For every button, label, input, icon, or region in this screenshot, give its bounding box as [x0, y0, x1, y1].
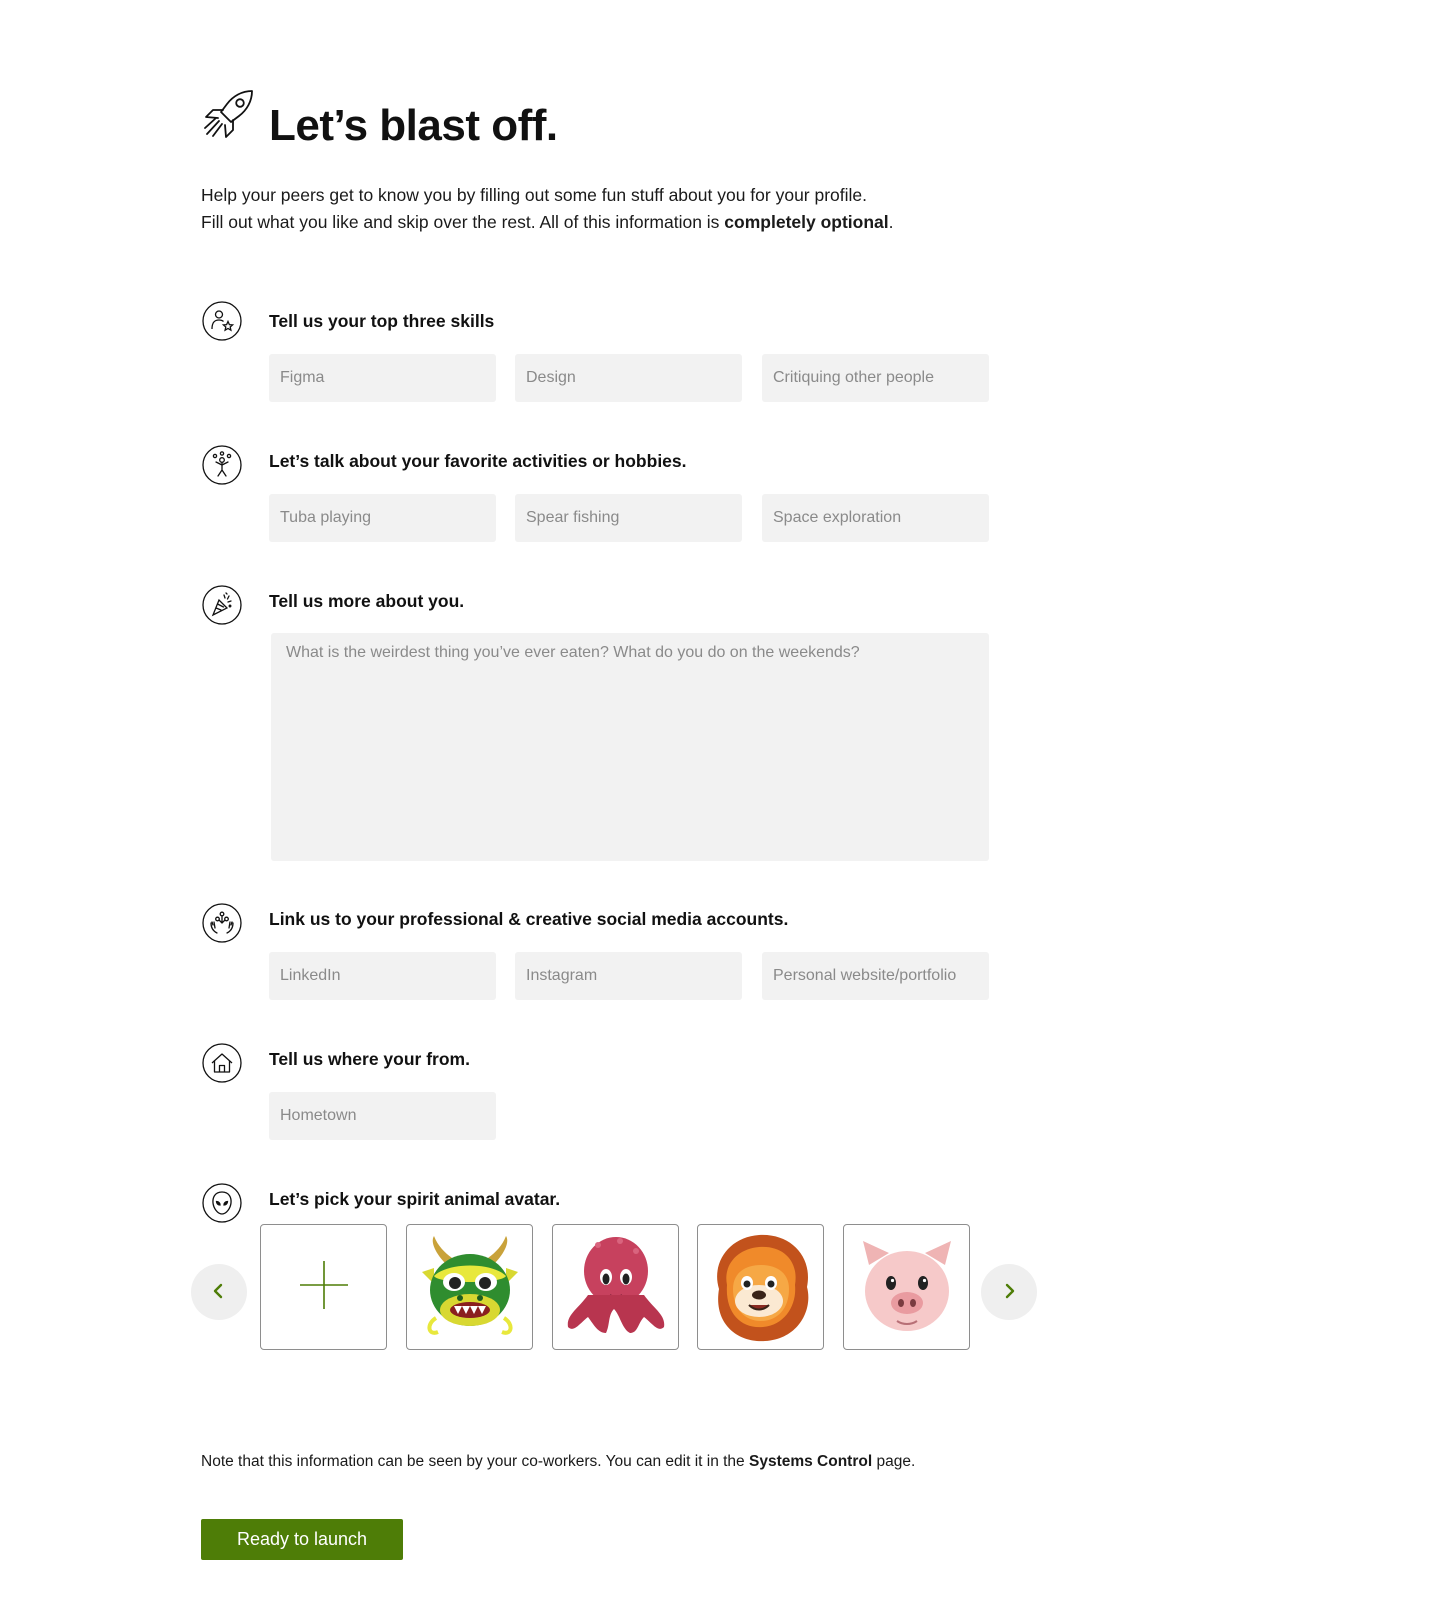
privacy-note: Note that this information can be seen b…: [201, 1453, 916, 1470]
person-star-icon: [202, 301, 242, 341]
alien-face-icon: [202, 1183, 242, 1223]
skills-heading: Tell us your top three skills: [269, 311, 495, 331]
hometown-heading: Tell us where your from.: [269, 1049, 470, 1069]
optional-emphasis: completely optional: [724, 212, 889, 232]
avatar-option-lion[interactable]: [697, 1224, 824, 1350]
chevron-left-icon: [210, 1282, 228, 1303]
page-title: Let’s blast off.: [269, 101, 558, 150]
add-avatar-button[interactable]: [260, 1224, 387, 1350]
hobby-input-3[interactable]: [762, 494, 989, 542]
octopus-avatar-image: [567, 1237, 664, 1333]
skill-input-2[interactable]: [515, 354, 742, 402]
hometown-input[interactable]: [269, 1092, 496, 1140]
avatar-option-dragon[interactable]: [406, 1224, 533, 1350]
party-popper-icon: [202, 585, 242, 625]
house-icon: [202, 1043, 242, 1083]
about-textarea[interactable]: [271, 633, 989, 861]
ready-to-launch-button[interactable]: Ready to launch: [201, 1519, 403, 1560]
dragon-avatar-image: [421, 1236, 518, 1335]
rocket-icon: [201, 88, 255, 142]
instagram-input[interactable]: [515, 952, 742, 1000]
systems-control-link: Systems Control: [748, 1453, 873, 1470]
avatar-option-octopus[interactable]: [552, 1224, 679, 1350]
skill-input-3[interactable]: [762, 354, 989, 402]
hobbies-heading: Let’s talk about your favorite activitie…: [269, 451, 687, 471]
avatar-option-pig[interactable]: [843, 1224, 970, 1350]
plus-icon: [299, 1260, 348, 1314]
website-input[interactable]: [762, 952, 989, 1000]
chevron-right-icon: [1000, 1282, 1018, 1303]
social-heading: Link us to your professional & creative …: [269, 909, 789, 929]
hobby-input-2[interactable]: [515, 494, 742, 542]
hands-network-icon: [202, 903, 242, 943]
about-heading: Tell us more about you.: [269, 591, 465, 611]
avatar-next-button[interactable]: [981, 1264, 1037, 1320]
intro-text: Help your peers get to know you by filli…: [201, 182, 894, 236]
skill-input-1[interactable]: [269, 354, 496, 402]
avatar-heading: Let’s pick your spirit animal avatar.: [269, 1189, 561, 1209]
intro-line-1: Help your peers get to know you by filli…: [201, 185, 868, 205]
hobby-input-1[interactable]: [269, 494, 496, 542]
intro-line-2: Fill out what you like and skip over the…: [201, 212, 894, 232]
linkedin-input[interactable]: [269, 952, 496, 1000]
avatar-prev-button[interactable]: [191, 1264, 247, 1320]
pig-avatar-image: [862, 1241, 951, 1331]
juggler-icon: [202, 445, 242, 485]
lion-avatar-image: [716, 1234, 808, 1342]
